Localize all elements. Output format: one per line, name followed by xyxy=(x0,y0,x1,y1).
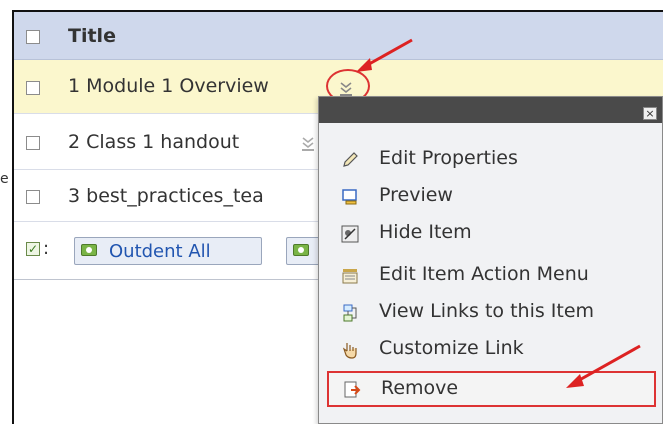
page-edge-fragment: e xyxy=(0,171,9,187)
menu-item-label: View Links to this Item xyxy=(379,300,595,322)
menu-item-edit-item-action-menu[interactable]: Edit Item Action Menu xyxy=(319,257,662,293)
menu-item-label: Preview xyxy=(379,184,453,206)
item-action-context-menu: × Edit Properties Preview Hide Item Edit… xyxy=(318,96,663,424)
close-icon[interactable]: × xyxy=(643,107,657,120)
select-checked-checkbox[interactable]: ✓ xyxy=(26,242,40,256)
outdent-icon xyxy=(81,244,97,256)
remove-icon xyxy=(343,381,361,399)
preview-icon xyxy=(341,188,359,206)
context-menu-title-bar: × xyxy=(319,97,662,123)
links-icon xyxy=(341,304,359,322)
title-column-header[interactable]: Title xyxy=(68,25,116,47)
menu-item-label: Remove xyxy=(381,377,459,399)
outdent-all-button[interactable]: Outdent All xyxy=(74,237,262,265)
row-checkbox[interactable] xyxy=(26,81,40,95)
row-checkbox[interactable] xyxy=(26,136,40,150)
menu-item-label: Customize Link xyxy=(379,337,524,359)
menu-item-label: Edit Properties xyxy=(379,147,518,169)
action-menu-icon xyxy=(341,267,359,285)
hand-pointer-icon xyxy=(341,341,359,359)
row-checkbox[interactable] xyxy=(26,190,40,204)
menu-item-edit-properties[interactable]: Edit Properties xyxy=(319,141,662,177)
menu-item-label: Edit Item Action Menu xyxy=(379,263,589,285)
item-title[interactable]: 1 Module 1 Overview xyxy=(68,75,269,97)
action-menu-chevron-icon[interactable] xyxy=(301,136,315,155)
indent-icon xyxy=(293,244,309,256)
item-title[interactable]: 3 best_practices_tea xyxy=(68,185,264,207)
table-header: Title xyxy=(14,12,663,60)
outdent-all-label: Outdent All xyxy=(109,241,211,262)
menu-item-remove[interactable]: Remove xyxy=(327,371,656,407)
menu-item-view-links[interactable]: View Links to this Item xyxy=(319,294,662,330)
menu-item-customize-link[interactable]: Customize Link xyxy=(319,331,662,367)
menu-item-hide-item[interactable]: Hide Item xyxy=(319,215,662,251)
hide-icon xyxy=(341,225,359,243)
pencil-icon xyxy=(341,151,359,169)
menu-item-label: Hide Item xyxy=(379,221,472,243)
item-title[interactable]: 2 Class 1 handout xyxy=(68,131,239,153)
toolbar-colon: : xyxy=(43,238,50,259)
select-all-checkbox[interactable] xyxy=(26,30,40,44)
menu-item-preview[interactable]: Preview xyxy=(319,178,662,214)
